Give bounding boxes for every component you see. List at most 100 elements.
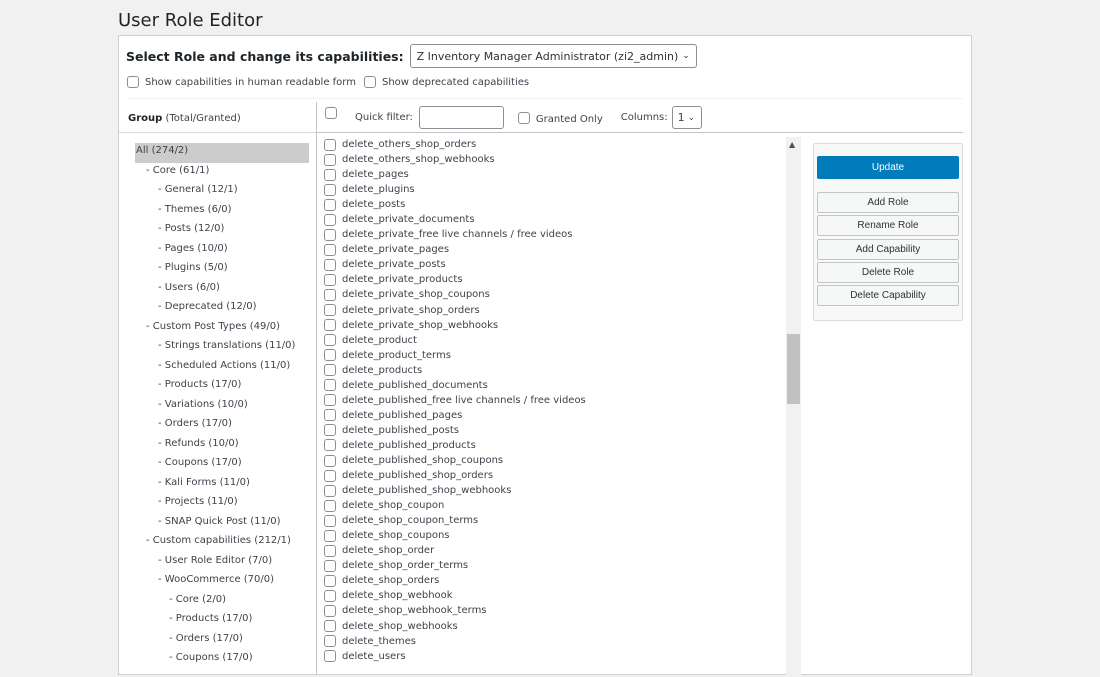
capability-row[interactable]: delete_published_documents: [324, 378, 784, 393]
group-item[interactable]: - Kali Forms (11/0): [135, 475, 309, 495]
capability-checkbox[interactable]: [324, 213, 336, 226]
group-item[interactable]: - User Role Editor (7/0): [135, 553, 309, 573]
capability-row[interactable]: delete_private_free live channels / free…: [324, 227, 784, 242]
capability-checkbox[interactable]: [324, 168, 336, 181]
capability-row[interactable]: delete_private_documents: [324, 212, 784, 227]
group-item[interactable]: - Core (2/0): [135, 592, 309, 612]
capability-checkbox[interactable]: [324, 650, 336, 663]
capability-row[interactable]: delete_shop_webhook_terms: [324, 603, 784, 618]
capability-row[interactable]: delete_others_shop_orders: [324, 137, 784, 152]
capability-checkbox[interactable]: [324, 544, 336, 557]
rename-role-button[interactable]: Rename Role: [817, 215, 959, 236]
capability-row[interactable]: delete_published_shop_orders: [324, 468, 784, 483]
capability-row[interactable]: delete_published_products: [324, 438, 784, 453]
capability-row[interactable]: delete_shop_coupon: [324, 498, 784, 513]
capability-checkbox[interactable]: [324, 394, 336, 407]
deprecated-option[interactable]: Show deprecated capabilities: [363, 76, 529, 88]
capability-checkbox[interactable]: [324, 574, 336, 587]
capability-checkbox[interactable]: [324, 604, 336, 617]
capability-row[interactable]: delete_private_shop_webhooks: [324, 318, 784, 333]
add-capability-button[interactable]: Add Capability: [817, 239, 959, 260]
capability-checkbox[interactable]: [324, 228, 336, 241]
group-item[interactable]: - Deprecated (12/0): [135, 299, 309, 319]
granted-only-checkbox[interactable]: [517, 111, 530, 124]
capability-checkbox[interactable]: [324, 439, 336, 452]
capabilities-scrollbar[interactable]: ▲: [786, 137, 801, 677]
deprecated-checkbox[interactable]: [363, 76, 376, 88]
capability-row[interactable]: delete_product_terms: [324, 348, 784, 363]
capability-row[interactable]: delete_themes: [324, 634, 784, 649]
capability-row[interactable]: delete_shop_webhook: [324, 588, 784, 603]
capability-checkbox[interactable]: [324, 409, 336, 422]
group-item[interactable]: All (274/2): [135, 143, 309, 163]
capability-row[interactable]: delete_users: [324, 649, 784, 664]
capability-row[interactable]: delete_published_free live channels / fr…: [324, 393, 784, 408]
capability-row[interactable]: delete_published_pages: [324, 408, 784, 423]
delete-capability-button[interactable]: Delete Capability: [817, 285, 959, 306]
group-item[interactable]: - Strings translations (11/0): [135, 338, 309, 358]
scroll-up-icon[interactable]: ▲: [789, 140, 795, 149]
capability-checkbox[interactable]: [324, 529, 336, 542]
group-item[interactable]: - Custom Post Types (49/0): [135, 319, 309, 339]
add-role-button[interactable]: Add Role: [817, 192, 959, 213]
human-readable-option[interactable]: Show capabilities in human readable form: [127, 76, 356, 88]
capability-checkbox[interactable]: [324, 379, 336, 392]
group-item[interactable]: - Products (17/0): [135, 377, 309, 397]
capability-checkbox[interactable]: [324, 334, 336, 347]
group-item[interactable]: - General (12/1): [135, 182, 309, 202]
capability-checkbox[interactable]: [324, 258, 336, 271]
capability-checkbox[interactable]: [324, 138, 336, 151]
capability-row[interactable]: delete_private_shop_orders: [324, 303, 784, 318]
capability-checkbox[interactable]: [324, 319, 336, 332]
capability-checkbox[interactable]: [324, 484, 336, 497]
capability-row[interactable]: delete_private_shop_coupons: [324, 287, 784, 302]
capability-checkbox[interactable]: [324, 349, 336, 362]
capability-row[interactable]: delete_published_shop_coupons: [324, 453, 784, 468]
group-item[interactable]: - Products (17/0): [135, 611, 309, 631]
capability-checkbox[interactable]: [324, 243, 336, 256]
capability-checkbox[interactable]: [324, 364, 336, 377]
capability-checkbox[interactable]: [324, 514, 336, 527]
role-select[interactable]: Z Inventory Manager Administrator (zi2_a…: [409, 44, 697, 68]
capability-row[interactable]: delete_shop_orders: [324, 573, 784, 588]
group-item[interactable]: - Themes (6/0): [135, 202, 309, 222]
group-item[interactable]: - Projects (11/0): [135, 494, 309, 514]
capability-checkbox[interactable]: [324, 559, 336, 572]
capability-row[interactable]: delete_shop_order: [324, 543, 784, 558]
capability-row[interactable]: delete_private_posts: [324, 257, 784, 272]
capability-checkbox[interactable]: [324, 499, 336, 512]
capability-row[interactable]: delete_published_posts: [324, 423, 784, 438]
capability-row[interactable]: delete_shop_coupons: [324, 528, 784, 543]
capability-checkbox[interactable]: [324, 198, 336, 211]
capability-row[interactable]: delete_pages: [324, 167, 784, 182]
capability-row[interactable]: delete_shop_coupon_terms: [324, 513, 784, 528]
group-item[interactable]: - Plugins (5/0): [135, 260, 309, 280]
delete-role-button[interactable]: Delete Role: [817, 262, 959, 283]
capability-row[interactable]: delete_published_shop_webhooks: [324, 483, 784, 498]
group-item[interactable]: - Users (6/0): [135, 280, 309, 300]
group-item[interactable]: - Core (61/1): [135, 163, 309, 183]
group-item[interactable]: - Orders (17/0): [135, 631, 309, 651]
capability-checkbox[interactable]: [324, 153, 336, 166]
group-item[interactable]: - Scheduled Actions (11/0): [135, 358, 309, 378]
capability-checkbox[interactable]: [324, 469, 336, 482]
group-item[interactable]: - Orders (17/0): [135, 416, 309, 436]
capability-row[interactable]: delete_product: [324, 333, 784, 348]
capability-row[interactable]: delete_private_products: [324, 272, 784, 287]
capability-row[interactable]: delete_shop_webhooks: [324, 619, 784, 634]
capability-row[interactable]: delete_plugins: [324, 182, 784, 197]
capability-checkbox[interactable]: [324, 620, 336, 633]
capability-row[interactable]: delete_posts: [324, 197, 784, 212]
human-readable-checkbox[interactable]: [127, 76, 139, 88]
group-item[interactable]: - WooCommerce (70/0): [135, 572, 309, 592]
capability-checkbox[interactable]: [324, 589, 336, 602]
group-item[interactable]: - Coupons (17/0): [135, 455, 309, 475]
capability-checkbox[interactable]: [324, 273, 336, 286]
capability-checkbox[interactable]: [324, 635, 336, 648]
select-all-checkbox[interactable]: [325, 106, 337, 119]
scrollbar-thumb[interactable]: [787, 334, 800, 404]
group-item[interactable]: - Variations (10/0): [135, 397, 309, 417]
update-button[interactable]: Update: [817, 156, 959, 179]
capability-checkbox[interactable]: [324, 424, 336, 437]
capability-row[interactable]: delete_products: [324, 363, 784, 378]
